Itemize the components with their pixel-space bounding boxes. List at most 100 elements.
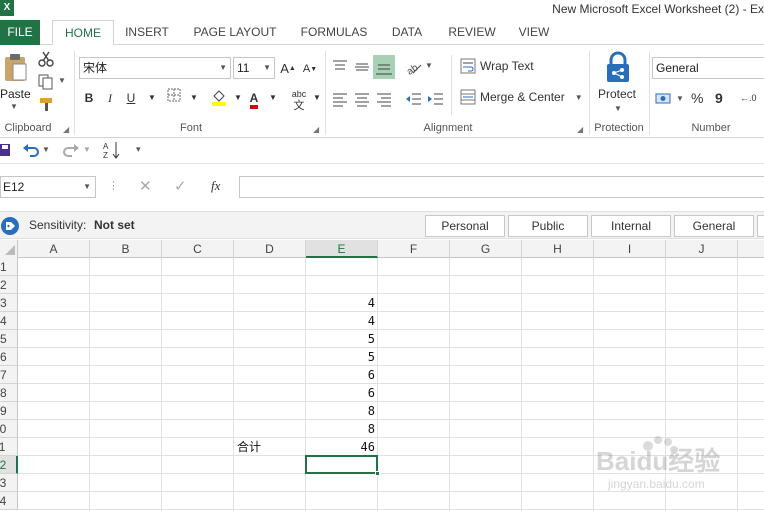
tab-insert[interactable]: INSERT [118, 20, 176, 45]
undo-icon[interactable] [22, 142, 40, 158]
number-format-select[interactable]: General [652, 57, 764, 79]
protect-button[interactable]: Protect [598, 87, 636, 101]
column-header-g[interactable]: G [450, 240, 522, 258]
copy-dropdown-icon[interactable]: ▼ [58, 76, 66, 85]
align-center-icon[interactable] [353, 90, 371, 108]
column-header-f[interactable]: F [378, 240, 450, 258]
phonetic-guide-button[interactable]: abc 文 [288, 88, 310, 112]
redo-icon[interactable] [62, 142, 80, 158]
align-left-icon[interactable] [331, 90, 349, 108]
redo-dropdown-icon[interactable]: ▼ [83, 145, 91, 154]
sensitivity-general-button[interactable]: General [674, 215, 754, 237]
font-size-select[interactable]: 11 ▼ [233, 57, 275, 79]
column-header-e[interactable]: E [306, 240, 378, 258]
borders-button[interactable] [165, 88, 183, 108]
tab-review[interactable]: REVIEW [444, 20, 500, 45]
decrease-indent-icon[interactable] [405, 90, 423, 108]
phonetic-dropdown-icon[interactable]: ▼ [308, 88, 326, 108]
row-header-3[interactable]: 3 [0, 294, 18, 312]
sensitivity-public-button[interactable]: Public [508, 215, 588, 237]
sensitivity-more-button[interactable] [757, 215, 764, 237]
sort-ascending-icon[interactable]: AZ [103, 140, 121, 160]
column-header-j[interactable]: J [666, 240, 738, 258]
tab-data[interactable]: DATA [385, 20, 429, 45]
italic-button[interactable]: I [101, 88, 119, 108]
top-align-icon[interactable] [331, 58, 349, 76]
increase-decimal-icon[interactable]: ←.0 [740, 93, 757, 103]
copy-icon[interactable] [38, 74, 54, 90]
merge-dropdown-icon[interactable]: ▼ [575, 93, 583, 102]
comma-style-button[interactable]: 9 [715, 90, 723, 106]
accounting-dropdown-icon[interactable]: ▼ [676, 94, 684, 103]
sensitivity-internal-button[interactable]: Internal [591, 215, 671, 237]
fill-color-button[interactable] [210, 88, 228, 108]
formula-input[interactable] [239, 176, 764, 198]
save-icon[interactable] [0, 143, 10, 157]
font-launcher-icon[interactable]: ◢ [313, 125, 319, 134]
row-header-7[interactable]: 7 [0, 366, 18, 384]
column-header-i[interactable]: I [594, 240, 666, 258]
bold-button[interactable]: B [80, 88, 98, 108]
select-all-button[interactable] [0, 240, 18, 258]
tab-view[interactable]: VIEW [512, 20, 556, 45]
cell-e8[interactable]: 6 [306, 384, 378, 402]
row-header-11[interactable]: 11 [0, 438, 18, 456]
row-header-1[interactable]: 1 [0, 258, 18, 276]
paste-dropdown-icon[interactable]: ▼ [10, 102, 18, 111]
name-box[interactable]: E12 ▼ [0, 176, 96, 198]
cell-e10[interactable]: 8 [306, 420, 378, 438]
underline-dropdown-icon[interactable]: ▼ [143, 88, 161, 108]
merge-center-button[interactable]: Merge & Center ▼ [460, 89, 583, 105]
wrap-text-button[interactable]: Wrap Text [460, 58, 534, 74]
cut-icon[interactable] [38, 51, 54, 67]
column-header-d[interactable]: D [234, 240, 306, 258]
undo-dropdown-icon[interactable]: ▼ [42, 145, 50, 154]
sensitivity-personal-button[interactable]: Personal [425, 215, 505, 237]
paste-icon[interactable] [2, 53, 28, 83]
column-header-a[interactable]: A [18, 240, 90, 258]
tab-file[interactable]: FILE [0, 20, 40, 45]
fill-handle[interactable] [375, 471, 380, 476]
cell-e4[interactable]: 4 [306, 312, 378, 330]
row-header-5[interactable]: 5 [0, 330, 18, 348]
tab-formulas[interactable]: FORMULAS [295, 20, 373, 45]
paste-button[interactable]: Paste [0, 87, 31, 101]
shrink-font-button[interactable]: A ▼ [302, 60, 318, 78]
row-header-9[interactable]: 9 [0, 402, 18, 420]
orientation-icon[interactable]: ab [405, 58, 423, 76]
row-header-6[interactable]: 6 [0, 348, 18, 366]
enter-check-icon[interactable]: ✓ [174, 177, 187, 195]
row-header-4[interactable]: 4 [0, 312, 18, 330]
accounting-format-icon[interactable] [655, 91, 673, 107]
percent-style-button[interactable]: % [691, 90, 703, 106]
cell-e3[interactable]: 4 [306, 294, 378, 312]
insert-function-button[interactable]: fx [211, 178, 220, 194]
align-right-icon[interactable] [375, 90, 393, 108]
clipboard-launcher-icon[interactable]: ◢ [63, 125, 69, 134]
row-header-10[interactable]: 10 [0, 420, 18, 438]
grow-font-button[interactable]: A ▲ [280, 58, 296, 78]
column-header-c[interactable]: C [162, 240, 234, 258]
tab-page-layout[interactable]: PAGE LAYOUT [188, 20, 282, 45]
increase-indent-icon[interactable] [427, 90, 445, 108]
row-header-13[interactable]: 13 [0, 474, 18, 492]
font-color-button[interactable]: A [245, 88, 263, 109]
cell-e6[interactable]: 5 [306, 348, 378, 366]
font-color-dropdown-icon[interactable]: ▼ [264, 88, 282, 108]
column-header-b[interactable]: B [90, 240, 162, 258]
cell-e11[interactable]: 46 [306, 438, 378, 456]
excel-app-icon[interactable]: X [0, 0, 14, 16]
font-name-select[interactable]: 宋体 ▼ [79, 57, 231, 79]
borders-dropdown-icon[interactable]: ▼ [185, 88, 203, 108]
row-header-14[interactable]: 14 [0, 492, 18, 510]
column-header-h[interactable]: H [522, 240, 594, 258]
bottom-align-button[interactable] [373, 55, 395, 79]
protect-lock-icon[interactable] [603, 51, 633, 83]
cell-d11[interactable]: 合计 [237, 438, 306, 456]
row-header-8[interactable]: 8 [0, 384, 18, 402]
alignment-launcher-icon[interactable]: ◢ [577, 125, 583, 134]
cell-e9[interactable]: 8 [306, 402, 378, 420]
protect-dropdown-icon[interactable]: ▼ [614, 104, 622, 113]
tab-home[interactable]: HOME [52, 20, 114, 46]
format-painter-icon[interactable] [38, 96, 56, 112]
